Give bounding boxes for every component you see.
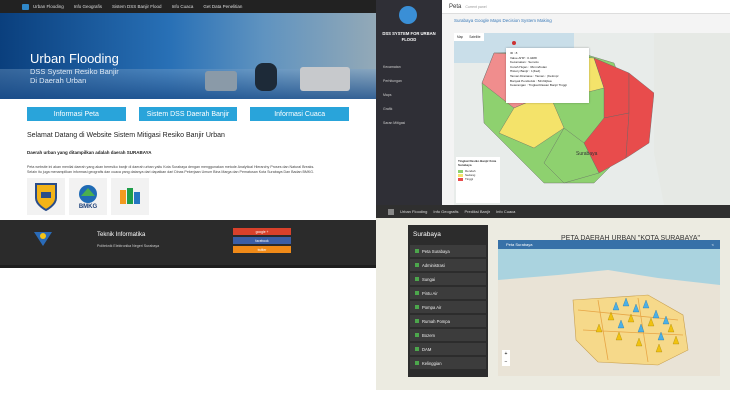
city-label: Surabaya — [576, 151, 598, 157]
urban-flooding-homepage: Urban Flooding Info Geografis Sistem DSS… — [0, 0, 376, 403]
logo-icon[interactable] — [388, 208, 394, 215]
layer-administrasi[interactable]: Administrasi — [410, 259, 486, 272]
brand-text: DSS SYSTEM FOR URBAN FLOOD — [382, 31, 436, 42]
hero-line-2: Di Daerah Urban — [30, 75, 87, 85]
menu-maps[interactable]: Maps — [376, 88, 442, 102]
surabaya-map[interactable]: Peta Surabaya < + − — [498, 240, 720, 376]
sidebar-title: Surabaya — [413, 231, 441, 238]
description-paragraph: Peta website ini akan menilai daerah yan… — [27, 165, 315, 174]
legend-title: Tingkat Resiko Banjir Kota Surabaya — [458, 159, 497, 167]
menu-saran-mitigasi[interactable]: Saran Mitigasi — [376, 116, 442, 130]
surabaya-crest-logo — [27, 178, 65, 216]
home-logo-icon — [399, 6, 417, 24]
footer-title: Teknik Informatika — [97, 232, 146, 238]
nav-info-cuaca[interactable]: Info Cuaca — [172, 4, 194, 9]
layer-rumah-pompa[interactable]: Rumah Pompa — [410, 315, 486, 328]
menu-perhitungan[interactable]: Perhitungan — [376, 74, 442, 88]
popup-line: Keterangan : Tingkat Rawan Banjir Tinggi — [510, 83, 567, 88]
legend-label: Tinggi — [465, 177, 474, 181]
page-subtitle: Current panel — [465, 4, 487, 9]
nav-urban-flooding[interactable]: Urban Flooding — [33, 4, 64, 9]
vehicle-image — [300, 67, 350, 91]
top-navbar: Urban Flooding Info Geografis Sistem DSS… — [0, 0, 376, 13]
nav-sistem-dss[interactable]: Sistem DSS Banjir Flood — [112, 4, 162, 9]
peta-surabaya-screen: Urban Flooding Info Geografis Prediksi B… — [376, 205, 730, 390]
layer-sungai[interactable]: Sungai — [410, 273, 486, 286]
layer-sidebar: Surabaya Peta Surabaya Administrasi Sung… — [408, 225, 488, 377]
twitter-button[interactable]: twitter — [233, 246, 291, 253]
facebook-button[interactable]: facebook — [233, 237, 291, 244]
nav-info-cuaca[interactable]: Info Cuaca — [496, 209, 515, 214]
sistem-dss-button[interactable]: Sistem DSS Daerah Banjir — [138, 107, 238, 121]
tab-map[interactable]: Map — [454, 33, 466, 41]
footer-subtitle: Politeknik Elektronika Negeri Surabaya — [97, 244, 160, 248]
layer-peta-surabaya[interactable]: Peta Surabaya — [410, 245, 486, 258]
pens-logo-icon — [34, 232, 52, 246]
layer-bozem[interactable]: Bozem — [410, 329, 486, 342]
top-navbar: Urban Flooding Info Geografis Prediksi B… — [376, 205, 730, 218]
menu-kecamatan[interactable]: Kecamatan — [376, 60, 442, 74]
share-icon[interactable]: < — [712, 242, 714, 247]
layer-pompa-air[interactable]: Pompa Air — [410, 301, 486, 314]
info-popup: ID : 8 Value AHP : 0.4488 Kecamatan : Se… — [506, 48, 589, 103]
statistics-logo — [111, 178, 149, 216]
layer-pintu-air[interactable]: Pintu Air — [410, 287, 486, 300]
partner-logos: BMKG — [0, 174, 376, 219]
legend-item: Tinggi — [458, 177, 498, 181]
page-bottom — [0, 390, 730, 403]
hero-title: Urban Flooding — [30, 51, 119, 66]
legend-swatch — [458, 177, 463, 181]
map-title: Surabaya Google Maps Decision System Mak… — [454, 18, 552, 23]
footer-bottom-bar — [0, 265, 376, 268]
dashboard-sidebar: DSS SYSTEM FOR URBAN FLOOD Kecamatan Per… — [376, 0, 442, 205]
map-type-tabs: Map Satellite — [454, 33, 484, 41]
bmkg-emblem-icon — [79, 184, 97, 203]
bmkg-text: BMKG — [78, 203, 98, 210]
informasi-peta-button[interactable]: Informasi Peta — [27, 107, 126, 121]
informasi-cuaca-button[interactable]: Informasi Cuaca — [250, 107, 350, 121]
bmkg-logo: BMKG — [69, 178, 107, 216]
zoom-control: + − — [502, 350, 510, 366]
map-canvas — [498, 270, 720, 376]
crest-icon — [35, 182, 57, 211]
nav-info-geografis[interactable]: Info Geografis — [74, 4, 102, 9]
footer: Teknik Informatika Politeknik Elektronik… — [0, 220, 376, 265]
layer-dam[interactable]: DAM — [410, 343, 486, 356]
map-bar-title: Peta Surabaya — [506, 242, 533, 247]
area-subtitle: Daerah urban yang ditampilkan adalah dae… — [27, 150, 152, 155]
hero-banner: Urban Flooding DSS System Resiko Banjir … — [0, 13, 376, 99]
menu-grafik[interactable]: Grafik — [376, 102, 442, 116]
car-image — [205, 71, 237, 91]
zoom-in-button[interactable]: + — [502, 350, 510, 358]
risk-legend: Tingkat Resiko Banjir Kota Surabaya Rend… — [456, 157, 500, 203]
nav-urban-flooding[interactable]: Urban Flooding — [400, 209, 427, 214]
risk-map[interactable]: Map Satellite ID : 8 Value AHP : 0.4488 … — [454, 33, 730, 205]
nav-prediksi-banjir[interactable]: Prediksi Banjir — [464, 209, 490, 214]
map-header: Peta Surabaya < — [498, 240, 720, 249]
motorcyclist-image — [255, 63, 277, 91]
nav-get-data[interactable]: Get Data Penelitian — [203, 4, 242, 9]
google-plus-button[interactable]: google + — [233, 228, 291, 235]
page-title: Peta — [449, 3, 462, 10]
site-logo-icon[interactable] — [22, 3, 29, 10]
welcome-heading: Selamat Datang di Website Sistem Mitigas… — [27, 132, 225, 139]
layer-kelinggian[interactable]: Kelinggian — [410, 357, 486, 370]
page-header: Peta Current panel — [442, 0, 730, 14]
tab-satellite[interactable]: Satellite — [466, 33, 483, 41]
dss-dashboard-screen: DSS SYSTEM FOR URBAN FLOOD Kecamatan Per… — [376, 0, 730, 205]
nav-info-geografis[interactable]: Info Geografis — [433, 209, 458, 214]
bps-emblem-icon — [120, 187, 140, 204]
info-buttons: Informasi Peta Sistem DSS Daerah Banjir … — [0, 102, 376, 126]
zoom-out-button[interactable]: − — [502, 358, 510, 366]
hero-subtitle: DSS System Resiko Banjir Di Daerah Urban — [30, 67, 119, 85]
